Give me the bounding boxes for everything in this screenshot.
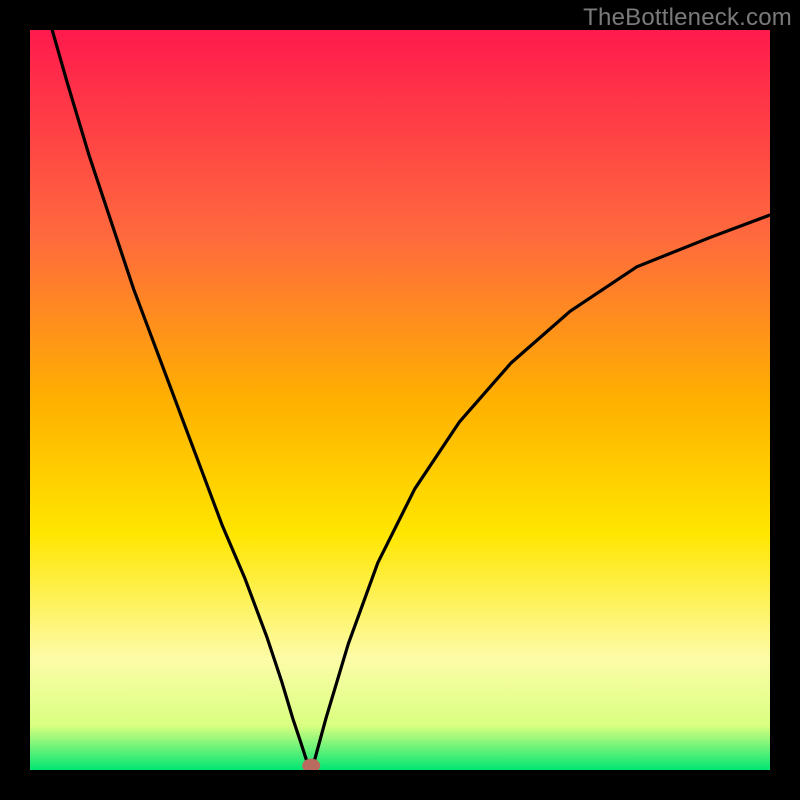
chart-svg [30, 30, 770, 770]
watermark-text: TheBottleneck.com [583, 4, 792, 32]
chart-plot-area [30, 30, 770, 770]
chart-frame: TheBottleneck.com [0, 0, 800, 800]
gradient-background [30, 30, 770, 770]
